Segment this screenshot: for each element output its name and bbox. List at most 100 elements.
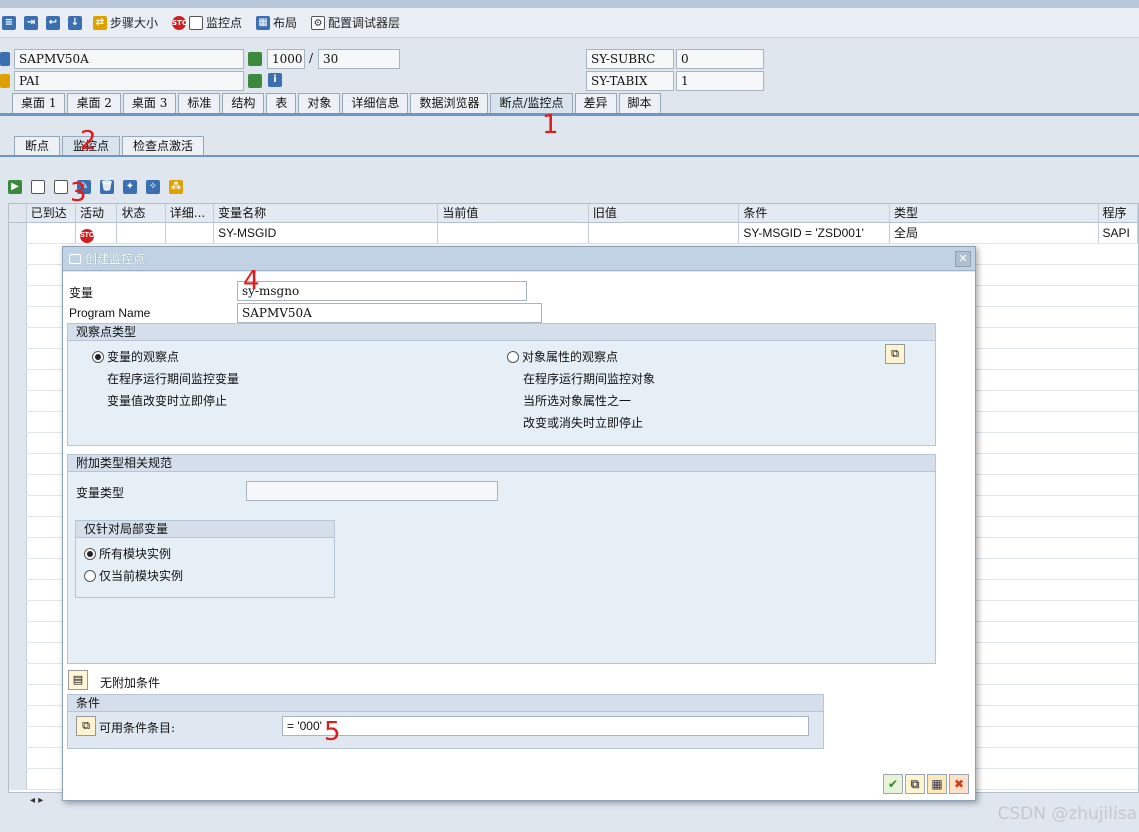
save-icon[interactable]: ⧉ bbox=[905, 774, 925, 794]
subtab-checkpoint-activation[interactable]: 检查点激活 bbox=[122, 136, 205, 156]
row-selector[interactable] bbox=[9, 223, 27, 243]
tab-desktop-3[interactable]: 桌面 3 bbox=[122, 93, 177, 113]
radio-object-watchpoint[interactable]: 对象属性的观察点 bbox=[507, 348, 618, 365]
tab-desktop-2[interactable]: 桌面 2 bbox=[67, 93, 121, 113]
radio-current-instance[interactable]: 仅当前模块实例 bbox=[84, 567, 183, 584]
row-selector[interactable] bbox=[9, 622, 27, 642]
row-selector[interactable] bbox=[9, 391, 27, 411]
confirm-icon[interactable]: ✔ bbox=[883, 774, 903, 794]
row-selector[interactable] bbox=[9, 244, 27, 264]
row-selector[interactable] bbox=[9, 580, 27, 600]
tab-details[interactable]: 详细信息 bbox=[342, 93, 409, 113]
col-reached[interactable]: 已到达 bbox=[27, 204, 76, 222]
row-selector[interactable] bbox=[9, 307, 27, 327]
variable-desc-1: 在程序运行期间监控变量 bbox=[107, 372, 240, 386]
row-selector[interactable] bbox=[9, 286, 27, 306]
event-icon bbox=[0, 74, 10, 88]
row-selector[interactable] bbox=[9, 349, 27, 369]
annotation-4: 4 bbox=[243, 266, 260, 296]
config-layers-button[interactable]: ⚙ 配置调试器层 bbox=[308, 12, 403, 34]
row-selector[interactable] bbox=[9, 706, 27, 726]
col-old[interactable]: 旧值 bbox=[589, 204, 740, 222]
no-condition-icon[interactable]: ▤ bbox=[68, 670, 88, 690]
row-selector[interactable] bbox=[9, 328, 27, 348]
radio-variable-watchpoint[interactable]: 变量的观察点 bbox=[92, 348, 179, 365]
deselect-icon[interactable] bbox=[31, 180, 45, 194]
condition-input[interactable]: = '000' bbox=[282, 716, 809, 736]
row-selector[interactable] bbox=[9, 643, 27, 663]
step-over-icon[interactable]: ⇥ bbox=[24, 15, 38, 30]
row-selector[interactable] bbox=[9, 475, 27, 495]
activate-icon[interactable]: ✦ bbox=[123, 180, 137, 194]
row-selector[interactable] bbox=[9, 685, 27, 705]
select-icon[interactable]: ▶ bbox=[8, 180, 22, 194]
row-selector[interactable] bbox=[9, 433, 27, 453]
col-variable[interactable]: 变量名称 bbox=[214, 204, 439, 222]
tab-script[interactable]: 脚本 bbox=[618, 93, 661, 113]
row-selector[interactable] bbox=[9, 601, 27, 621]
config-icon: ⚙ bbox=[311, 15, 326, 30]
dialog-icon bbox=[69, 253, 81, 264]
condition-entries-icon[interactable]: ⧉ bbox=[76, 716, 96, 736]
subtab-breakpoints[interactable]: 断点 bbox=[14, 136, 61, 156]
row-selector[interactable] bbox=[9, 727, 27, 747]
row-selector[interactable] bbox=[9, 538, 27, 558]
tab-table[interactable]: 表 bbox=[266, 93, 297, 113]
options-icon[interactable]: ▦ bbox=[927, 774, 947, 794]
row-selector[interactable] bbox=[9, 412, 27, 432]
row-selector[interactable] bbox=[9, 559, 27, 579]
table-row[interactable]: STOP SY-MSGID SY-MSGID = 'ZSD001' 全局 SAP… bbox=[9, 223, 1138, 244]
variable-desc-2: 变量值改变时立即停止 bbox=[107, 394, 228, 408]
tab-standard[interactable]: 标准 bbox=[178, 93, 221, 113]
row-selector-header[interactable] bbox=[9, 204, 27, 222]
row-selector[interactable] bbox=[9, 664, 27, 684]
tab-object[interactable]: 对象 bbox=[298, 93, 341, 113]
step-into-icon[interactable]: ≡ bbox=[2, 15, 16, 30]
radio-icon bbox=[84, 548, 96, 560]
breakpoint-subtabs: 断点 监控点 检查点激活 bbox=[14, 136, 206, 156]
group-icon[interactable]: ⁂ bbox=[169, 180, 183, 194]
row-selector[interactable] bbox=[9, 454, 27, 474]
object-select-icon[interactable]: ⧉ bbox=[885, 344, 905, 364]
col-details[interactable]: 详细... bbox=[166, 204, 215, 222]
cell-type: 全局 bbox=[890, 223, 1099, 243]
row-selector[interactable] bbox=[9, 517, 27, 537]
continue-icon[interactable]: ↓ bbox=[68, 15, 82, 30]
col-status[interactable]: 状态 bbox=[117, 204, 166, 222]
radio-all-instances[interactable]: 所有模块实例 bbox=[84, 545, 171, 562]
col-type[interactable]: 类型 bbox=[890, 204, 1099, 222]
step-size-button[interactable]: ⇄ 步骤大小 bbox=[90, 12, 161, 34]
col-program[interactable]: 程序 bbox=[1099, 204, 1138, 222]
tab-desktop-1[interactable]: 桌面 1 bbox=[12, 93, 66, 113]
close-icon[interactable]: ✕ bbox=[955, 251, 971, 267]
source-icon[interactable] bbox=[248, 74, 262, 88]
layout-button[interactable]: ▦ 布局 bbox=[253, 12, 300, 34]
tab-data-explorer[interactable]: 数据浏览器 bbox=[410, 93, 489, 113]
row-selector[interactable] bbox=[9, 370, 27, 390]
watchpoint-toolbar-button[interactable]: STOP 监控点 bbox=[169, 12, 245, 34]
screen-icon[interactable] bbox=[248, 52, 262, 66]
config-layers-label: 配置调试器层 bbox=[328, 16, 401, 30]
col-condition[interactable]: 条件 bbox=[739, 204, 890, 222]
cancel-icon[interactable]: ✖ bbox=[949, 774, 969, 794]
row-selector[interactable] bbox=[9, 265, 27, 285]
deactivate-icon[interactable]: ✧ bbox=[146, 180, 160, 194]
delete-icon[interactable]: 🗑 bbox=[100, 180, 114, 194]
step-return-icon[interactable]: ↩ bbox=[46, 15, 60, 30]
program-name-input[interactable]: SAPMV50A bbox=[237, 303, 542, 323]
var-type-input[interactable] bbox=[246, 481, 498, 501]
row-selector[interactable] bbox=[9, 748, 27, 768]
dialog-footer: ✔ ⧉ ▦ ✖ bbox=[881, 774, 969, 794]
col-current[interactable]: 当前值 bbox=[438, 204, 589, 222]
variable-input[interactable]: sy-msgno bbox=[237, 281, 527, 301]
info-icon[interactable]: i bbox=[268, 73, 282, 87]
tab-breakpoints-watchpoints[interactable]: 断点/监控点 bbox=[490, 93, 573, 113]
tab-underline bbox=[0, 113, 1139, 116]
scroll-arrows[interactable]: ◂ ▸ bbox=[30, 795, 43, 806]
row-selector[interactable] bbox=[9, 496, 27, 516]
new-icon[interactable] bbox=[54, 180, 68, 194]
extra-spec-group: 附加类型相关规范 变量类型 仅针对局部变量 所有模块实例 仅当前模块实例 bbox=[67, 454, 936, 664]
tab-structure[interactable]: 结构 bbox=[222, 93, 265, 113]
tab-diff[interactable]: 差异 bbox=[574, 93, 617, 113]
row-selector[interactable] bbox=[9, 769, 27, 789]
